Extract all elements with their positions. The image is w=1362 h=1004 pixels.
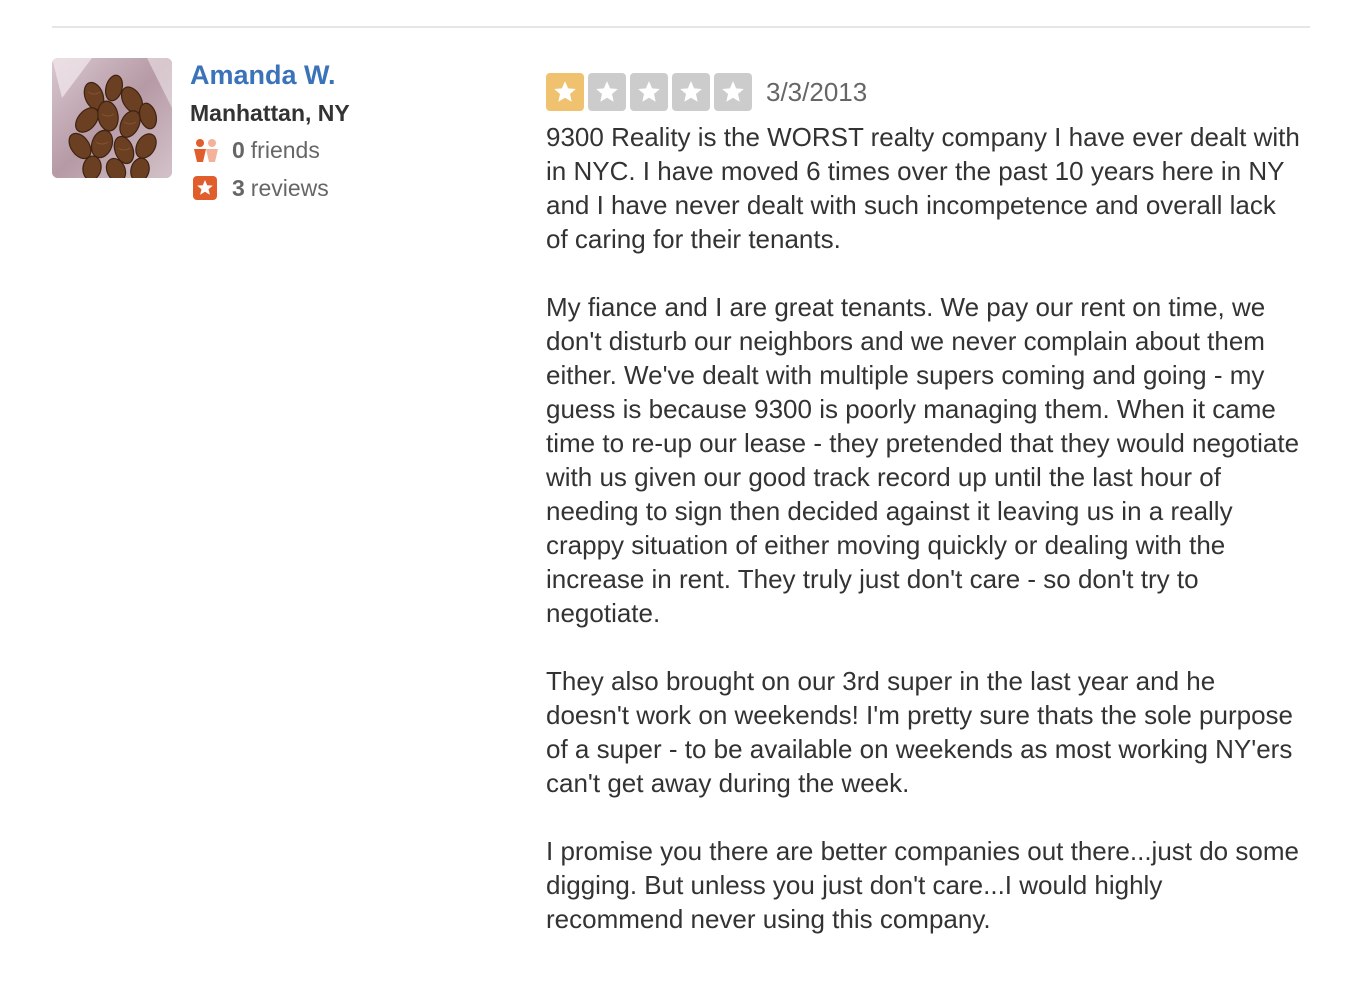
reviews-label: reviews bbox=[250, 174, 329, 201]
user-name-link[interactable]: Amanda W. bbox=[190, 60, 336, 91]
section-divider bbox=[52, 26, 1310, 28]
avatar-photo-icon bbox=[52, 58, 172, 178]
star-filled-icon bbox=[546, 73, 584, 111]
star-empty-icon bbox=[714, 73, 752, 111]
friends-icon bbox=[192, 137, 222, 163]
star-empty-icon bbox=[630, 73, 668, 111]
review-text: 9300 Reality is the WORST realty company… bbox=[546, 120, 1302, 936]
review-paragraph: My fiance and I are great tenants. We pa… bbox=[546, 292, 1300, 628]
friends-label: friends bbox=[250, 136, 320, 163]
star-rating bbox=[546, 73, 752, 111]
review-date: 3/3/2013 bbox=[766, 76, 868, 107]
reviews-number: 3 bbox=[232, 174, 245, 201]
user-passport: Amanda W. Manhattan, NY 0 friends 3 revi… bbox=[52, 58, 492, 218]
review-paragraph: I promise you there are better companies… bbox=[546, 836, 1299, 934]
star-empty-icon bbox=[672, 73, 710, 111]
user-avatar[interactable] bbox=[52, 58, 172, 178]
user-location: Manhattan, NY bbox=[190, 100, 350, 126]
review-content: 3/3/2013 9300 Reality is the WORST realt… bbox=[546, 72, 1302, 936]
review-star-icon bbox=[192, 175, 222, 201]
review-paragraph: They also brought on our 3rd super in th… bbox=[546, 666, 1293, 798]
friends-count: 0 friends bbox=[192, 136, 320, 164]
friends-number: 0 bbox=[232, 136, 245, 163]
rating-row: 3/3/2013 bbox=[546, 72, 1302, 112]
reviews-count: 3 reviews bbox=[192, 174, 329, 202]
review-paragraph: 9300 Reality is the WORST realty company… bbox=[546, 122, 1300, 254]
star-empty-icon bbox=[588, 73, 626, 111]
